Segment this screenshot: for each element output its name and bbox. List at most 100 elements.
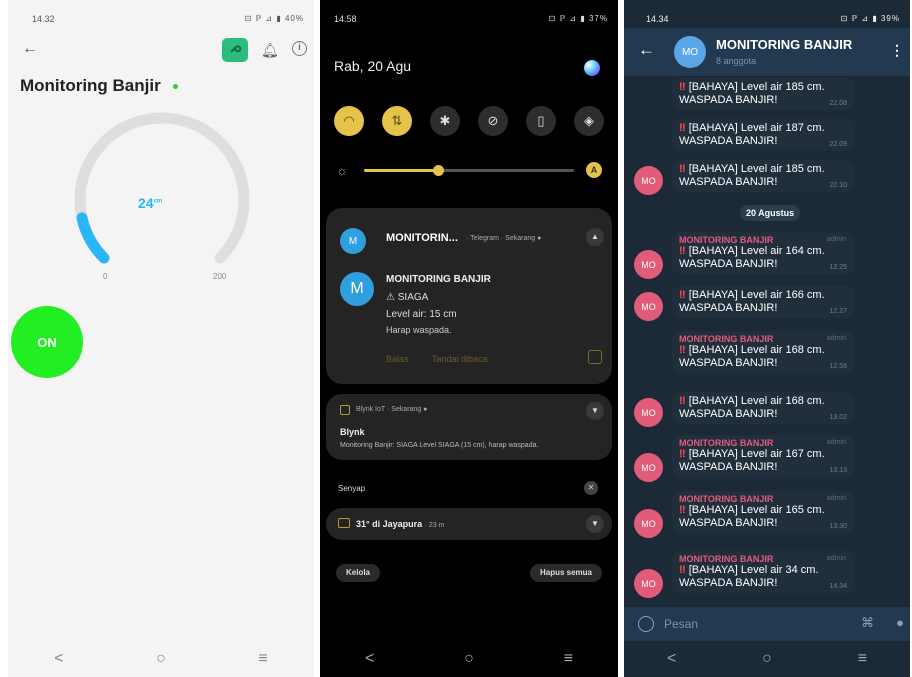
sender-avatar[interactable]: MO: [634, 292, 663, 321]
message-bubble[interactable]: ‼ [BAHAYA] Level air 187 cm. WASPADA BANJ…: [672, 119, 854, 151]
back-arrow-icon[interactable]: ←: [638, 40, 655, 60]
message-text: ‼ [BAHAYA] Level air 167 cm.: [679, 448, 825, 460]
nav-home-button[interactable]: ○: [762, 650, 772, 668]
system-nav-bar: < ○ ≡: [320, 641, 618, 677]
sender-avatar[interactable]: MO: [634, 453, 663, 482]
message-text: ‼ [BAHAYA] Level air 166 cm.: [679, 289, 825, 301]
bluetooth-toggle[interactable]: ✱: [430, 106, 460, 136]
admin-badge: admin: [826, 335, 846, 342]
status-time: 14.58: [334, 14, 357, 24]
rotation-toggle[interactable]: ⊘: [478, 106, 508, 136]
sender-avatar[interactable]: MO: [634, 250, 663, 279]
brightness-slider-handle[interactable]: [432, 165, 444, 176]
message-text: WASPADA BANJIR!: [679, 577, 778, 589]
bell-icon[interactable]: 🔔︎: [261, 42, 279, 59]
wrench-icon: [229, 41, 242, 59]
nav-back-button[interactable]: <: [667, 650, 676, 668]
message-bubble[interactable]: ‼ [BAHAYA] Level air 166 cm. WASPADA BANJ…: [672, 286, 854, 318]
message-text: ‼ [BAHAYA] Level air 185 cm.: [679, 163, 825, 175]
message-text: WASPADA BANJIR!: [679, 258, 778, 270]
sender-avatar[interactable]: MO: [634, 398, 663, 427]
message-text: WASPADA BANJIR!: [679, 517, 778, 529]
double-exclamation-icon: ‼: [679, 344, 686, 356]
attach-icon[interactable]: ⌘: [861, 615, 874, 631]
emoji-icon[interactable]: [638, 616, 654, 632]
group-name[interactable]: MONITORING BANJIR: [716, 37, 852, 52]
edit-wrench-button[interactable]: [222, 38, 248, 62]
message-text: ‼ [BAHAYA] Level air 164 cm.: [679, 245, 825, 257]
wifi-toggle[interactable]: ◠: [334, 106, 364, 136]
sender-avatar[interactable]: MO: [634, 166, 663, 195]
weather-title: 31° di Jayapura · 23 m: [356, 519, 445, 529]
bubble-icon[interactable]: [588, 350, 602, 364]
back-button[interactable]: ←: [22, 40, 38, 58]
flashlight-toggle[interactable]: ▯: [526, 106, 556, 136]
sender-avatar[interactable]: MO: [634, 569, 663, 598]
double-exclamation-icon: ‼: [679, 564, 686, 576]
nav-home-button[interactable]: ○: [464, 650, 474, 668]
double-exclamation-icon: ‼: [679, 289, 686, 301]
nav-back-button[interactable]: <: [365, 650, 374, 668]
message-sender: MONITORING BANJIR: [679, 554, 774, 564]
info-icon[interactable]: i: [292, 41, 307, 56]
blynk-app-screen: 14.32 ⊡ ℙ ⊿ ▮ 40% ← 🔔︎ i Monitoring Banj…: [8, 0, 314, 677]
group-avatar[interactable]: MO: [674, 36, 706, 68]
message-bubble[interactable]: MONITORING BANJIR admin ‼ [BAHAYA] Level a…: [672, 491, 854, 533]
message-sender: MONITORING BANJIR: [679, 438, 774, 448]
notification-shade-screen: 14.58 ⊡ ℙ ⊿ ▮ 37% Rab, 20 Agu ◠ ⇅ ✱ ⊘ ▯ …: [320, 0, 618, 677]
admin-badge: admin: [826, 555, 846, 562]
message-time: 22.09: [829, 141, 847, 148]
mobile-data-toggle[interactable]: ⇅: [382, 106, 412, 136]
message-input[interactable]: Pesan: [664, 617, 698, 631]
message-text: WASPADA BANJIR!: [679, 135, 778, 147]
notification-text: Monitoring Banjir: SIAGA Level SIAGA (15…: [340, 442, 539, 449]
brightness-sun-icon: ☼: [336, 163, 348, 178]
collapse-chevron-icon[interactable]: ▲: [586, 228, 604, 246]
nav-recents-button[interactable]: ≡: [858, 650, 867, 668]
nav-back-button[interactable]: <: [54, 650, 63, 668]
message-time: 12.25: [829, 264, 847, 271]
wifi-icon: ◠: [343, 113, 355, 128]
message-bubble[interactable]: ‼ [BAHAYA] Level air 168 cm. WASPADA BANJ…: [672, 392, 854, 424]
telegram-notification-card[interactable]: M MONITORIN... · Telegram · Sekarang ● ▲…: [326, 208, 612, 384]
notification-meta: · Telegram · Sekarang ●: [466, 235, 542, 242]
status-time: 14.34: [646, 14, 669, 24]
message-bubble[interactable]: ‼ [BAHAYA] Level air 185 cm. WASPADA BANJ…: [672, 78, 854, 110]
double-exclamation-icon: ‼: [679, 504, 686, 516]
assistant-orb-icon[interactable]: [584, 60, 600, 76]
online-status-dot: [173, 84, 178, 89]
notification-meta: Blynk IoT · Sekarang ●: [356, 406, 428, 413]
expand-chevron-icon[interactable]: ▼: [586, 515, 604, 533]
message-bubble[interactable]: MONITORING BANJIR admin ‼ [BAHAYA] Level a…: [672, 331, 854, 373]
nav-recents-button[interactable]: ≡: [564, 650, 573, 668]
message-bubble[interactable]: MONITORING BANJIR admin ‼ [BAHAYA] Level a…: [672, 551, 854, 593]
close-icon[interactable]: ✕: [584, 481, 598, 495]
blynk-notification-card[interactable]: Blynk IoT · Sekarang ● ▼ Blynk Monitorin…: [326, 394, 612, 460]
reply-action[interactable]: Balas: [386, 354, 409, 364]
expand-chevron-icon[interactable]: ▼: [586, 402, 604, 420]
message-text: ‼ [BAHAYA] Level air 187 cm.: [679, 122, 825, 134]
clear-all-button[interactable]: Hapus semua: [529, 564, 602, 582]
sender-avatar[interactable]: MO: [634, 509, 663, 538]
more-menu-icon[interactable]: ⋮: [890, 42, 904, 59]
nav-home-button[interactable]: ○: [156, 650, 166, 668]
mic-icon[interactable]: ●: [896, 615, 904, 630]
notification-app-title: MONITORIN...: [386, 232, 458, 244]
vibrate-toggle[interactable]: ◈: [574, 106, 604, 136]
mark-read-action[interactable]: Tandai dibaca: [432, 354, 488, 364]
manage-button[interactable]: Kelola: [336, 564, 381, 582]
message-bubble[interactable]: ‼ [BAHAYA] Level air 185 cm. WASPADA BANJ…: [672, 160, 854, 192]
status-time: 14.32: [32, 14, 55, 24]
message-time: 14.34: [829, 583, 847, 590]
message-text: WASPADA BANJIR!: [679, 176, 778, 188]
system-nav-bar: < ○ ≡: [8, 641, 314, 677]
rotate-icon: ⊘: [487, 113, 499, 128]
message-bubble[interactable]: MONITORING BANJIR admin ‼ [BAHAYA] Level a…: [672, 435, 854, 477]
nav-recents-button[interactable]: ≡: [258, 650, 267, 668]
power-switch-button[interactable]: ON: [11, 306, 83, 378]
weather-notification-card[interactable]: 31° di Jayapura · 23 m ▼: [326, 508, 612, 540]
gauge-fill: [76, 212, 110, 264]
notification-line: Level air: 15 cm: [386, 309, 457, 320]
message-bubble[interactable]: MONITORING BANJIR admin ‼ [BAHAYA] Level a…: [672, 232, 854, 274]
auto-brightness-button[interactable]: A: [586, 162, 602, 178]
